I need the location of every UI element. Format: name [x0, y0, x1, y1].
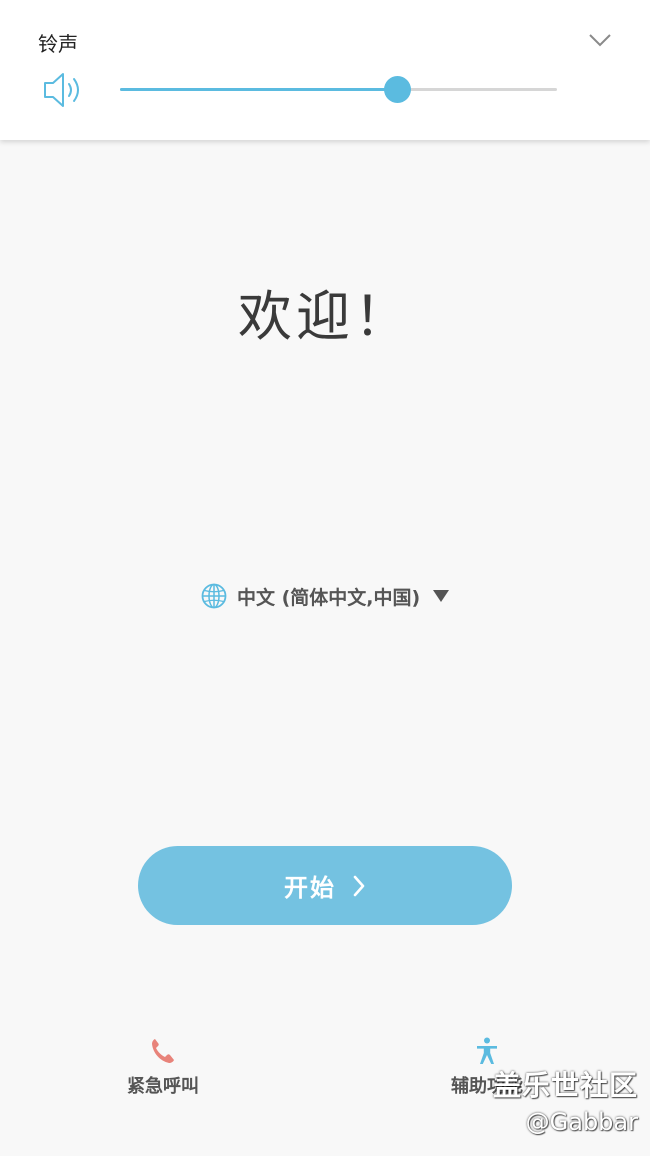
accessibility-button[interactable]: 辅助功能	[417, 1036, 557, 1098]
emergency-call-label: 紧急呼叫	[127, 1076, 199, 1097]
collapse-button[interactable]	[580, 22, 620, 58]
speaker-icon	[44, 73, 79, 107]
language-label: 中文 (简体中文,中国)	[237, 586, 421, 609]
chevron-down-icon	[589, 34, 611, 47]
welcome-heading: 欢迎！	[238, 285, 412, 348]
accessibility-label: 辅助功能	[451, 1076, 523, 1097]
volume-title: 铃声	[38, 32, 78, 56]
welcome-screen: 铃声 欢迎！ 中文 (简体中文,中国) 开始 紧急呼叫 辅助功能 盖乐世社区 @…	[0, 0, 650, 1156]
slider-thumb[interactable]	[384, 76, 412, 103]
start-button[interactable]: 开始	[138, 846, 512, 925]
triangle-down-icon	[433, 590, 450, 602]
volume-panel: 铃声	[0, 0, 650, 140]
phone-icon	[152, 1039, 174, 1063]
accessibility-icon	[477, 1037, 497, 1064]
chevron-right-icon	[353, 875, 365, 896]
emergency-call-button[interactable]: 紧急呼叫	[93, 1036, 233, 1098]
start-button-label: 开始	[284, 874, 336, 902]
globe-icon	[201, 583, 227, 609]
speaker-button[interactable]	[42, 70, 86, 110]
volume-slider[interactable]	[120, 76, 557, 104]
language-selector[interactable]: 中文 (简体中文,中国)	[200, 578, 450, 614]
watermark-line2: @Gabbar	[525, 1108, 638, 1136]
slider-fill	[120, 88, 398, 91]
